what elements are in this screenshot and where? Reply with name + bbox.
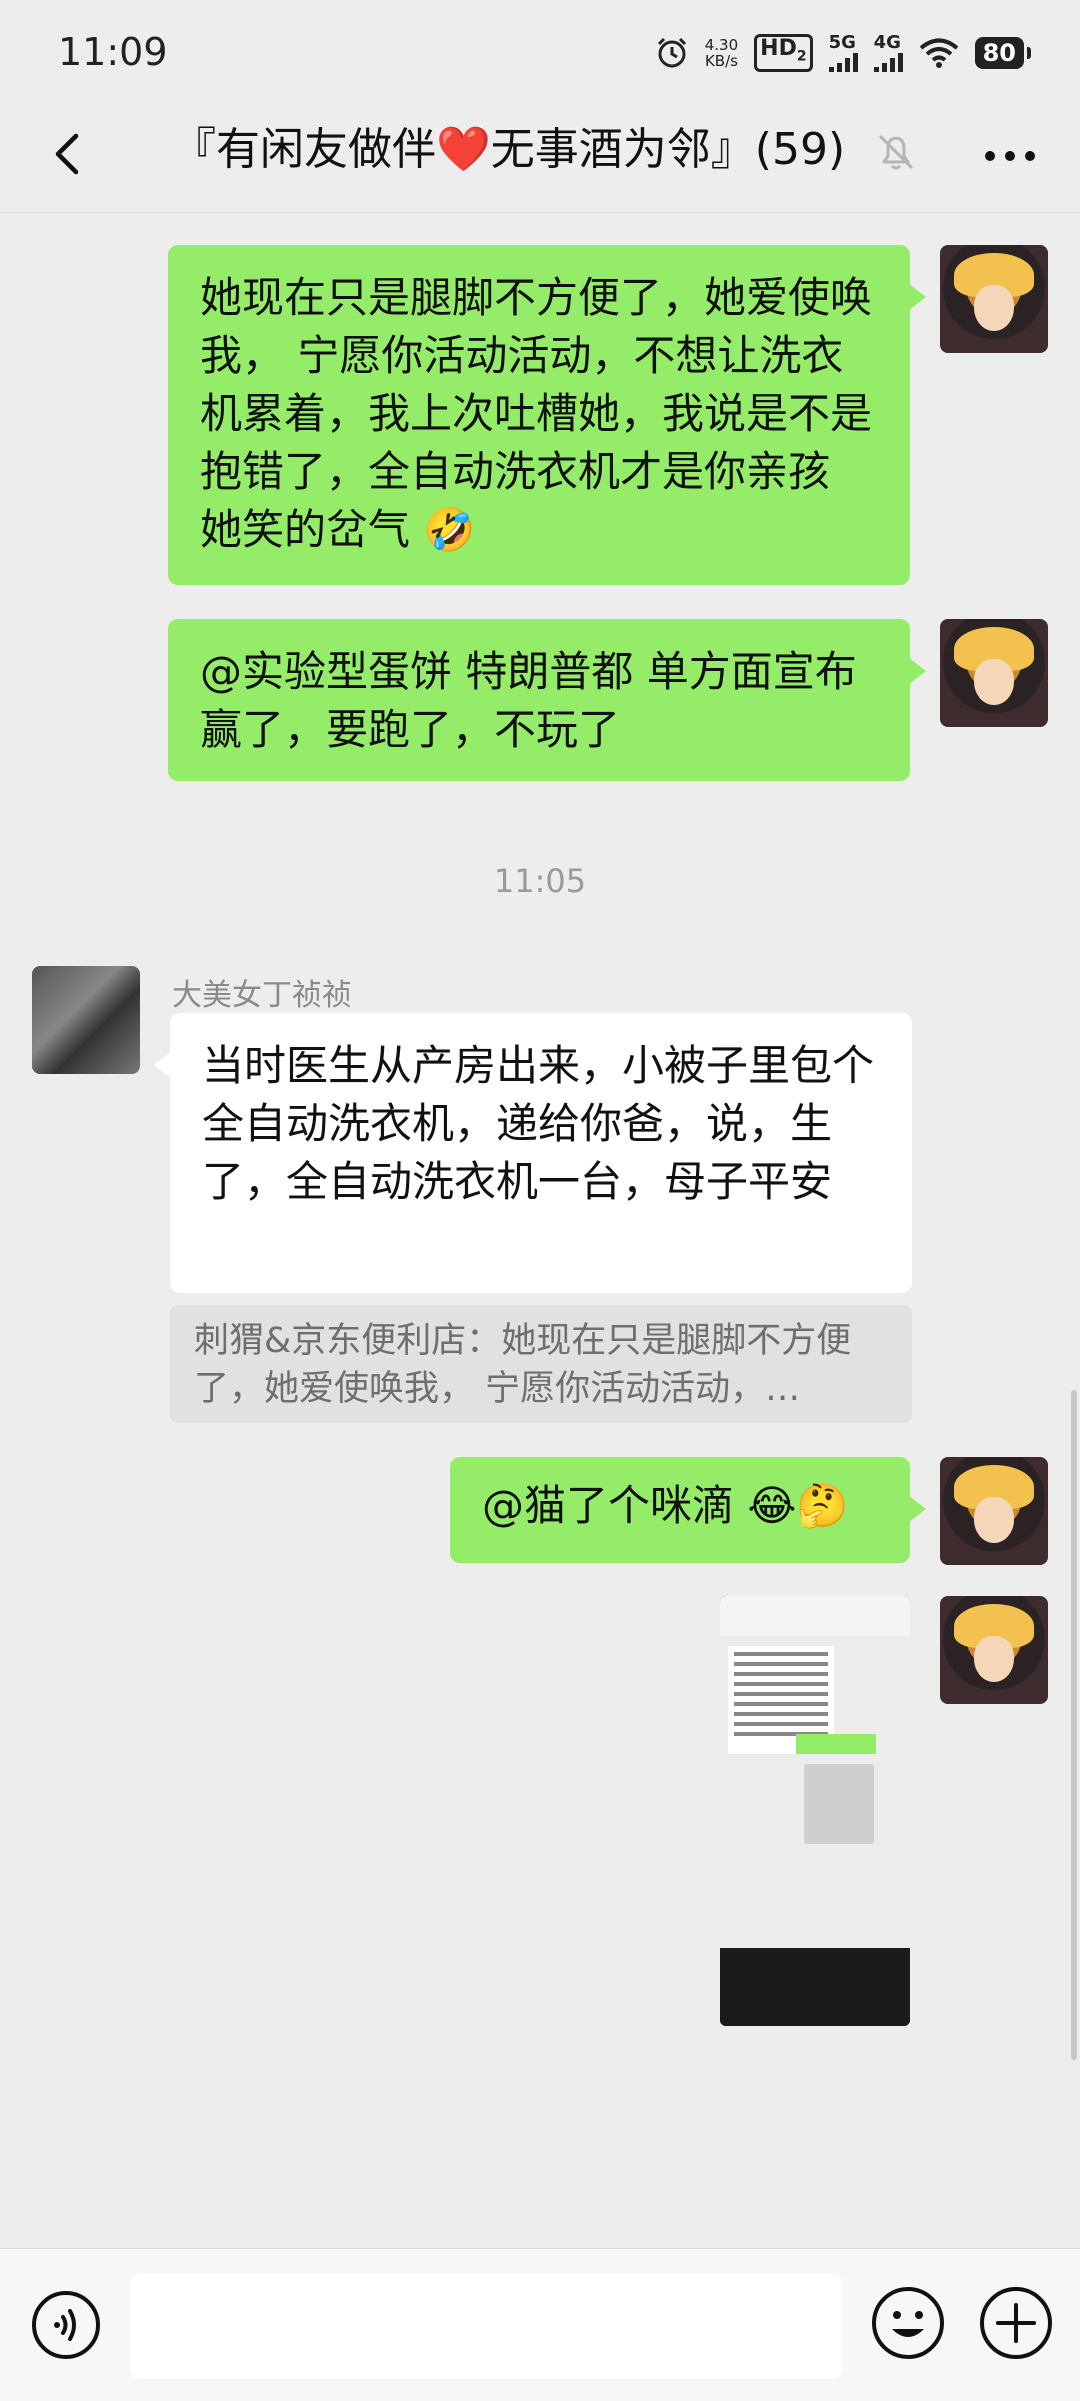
emoji-icon[interactable]: [870, 2285, 946, 2361]
voice-input-icon[interactable]: [30, 2289, 102, 2361]
status-time: 11:09: [58, 30, 168, 74]
message-text: 当时医生从产房出来，小被子里包个全自动洗衣机，递给你爸，说，生了，全自动洗衣机一…: [202, 1041, 875, 1206]
signal-4g-label: 4G: [873, 32, 901, 53]
status-bar: 11:09 4.30 KB/s HD2 5G 4G 80: [0, 0, 1080, 100]
hd-label: HD: [760, 36, 797, 62]
quoted-text: 刺猬&京东便利店：她现在只是腿脚不方便了，她爱使唤我， 宁愿你活动活动，…: [194, 1321, 852, 1409]
network-speed-unit: KB/s: [704, 52, 738, 70]
signal-5g-label: 5G: [828, 32, 856, 53]
hd-sub: 2: [796, 48, 807, 65]
quoted-message[interactable]: 刺猬&京东便利店：她现在只是腿脚不方便了，她爱使唤我， 宁愿你活动活动，…: [170, 1305, 912, 1423]
plus-icon[interactable]: [978, 2285, 1054, 2361]
back-arrow-icon[interactable]: [40, 124, 100, 184]
more-options-icon[interactable]: [980, 136, 1040, 176]
signal-bars-icon: [873, 52, 903, 72]
sender-name: 大美女丁祯祯: [172, 978, 352, 1013]
message-text: @猫了个咪滴 😂🤔: [482, 1481, 849, 1530]
network-speed-value: 4.30: [704, 36, 739, 54]
input-bar: [0, 2248, 1080, 2401]
status-icons: 4.30 KB/s HD2 5G 4G 80: [655, 28, 1032, 78]
chat-header: 『有闲友做伴❤️无事酒为邻』(59): [0, 100, 1080, 213]
battery-indicator: 80: [974, 37, 1032, 69]
received-message-bubble[interactable]: 当时医生从产房出来，小被子里包个全自动洗衣机，递给你爸，说，生了，全自动洗衣机一…: [154, 1013, 912, 1293]
sent-message-bubble[interactable]: 她现在只是腿脚不方便了，她爱使唤我， 宁愿你活动活动，不想让洗衣机累着，我上次吐…: [168, 245, 926, 585]
image-message[interactable]: [720, 1596, 910, 2026]
avatar[interactable]: [32, 966, 140, 1074]
sent-message-bubble[interactable]: @猫了个咪滴 😂🤔: [450, 1457, 926, 1563]
wifi-icon: [919, 38, 958, 68]
alarm-icon: [657, 37, 686, 68]
avatar[interactable]: [940, 619, 1048, 727]
network-speed: 4.30 KB/s: [705, 37, 738, 69]
message-text: @实验型蛋饼 特朗普都 单方面宣布赢了，要跑了，不玩了: [200, 647, 857, 754]
signal-4g: 4G: [873, 32, 903, 72]
mute-bell-icon: [878, 134, 914, 170]
message-text: 她现在只是腿脚不方便了，她爱使唤我， 宁愿你活动活动，不想让洗衣机累着，我上次吐…: [200, 273, 873, 554]
chat-title: 『有闲友做伴❤️无事酒为邻』(59): [172, 124, 846, 175]
time-divider: 11:05: [493, 862, 587, 900]
hd-badge: HD2: [754, 34, 813, 72]
avatar[interactable]: [940, 1457, 1048, 1565]
scrollbar[interactable]: [1071, 1390, 1077, 2060]
avatar[interactable]: [940, 1596, 1048, 1704]
signal-bars-icon: [828, 52, 858, 72]
message-input[interactable]: [130, 2273, 842, 2379]
avatar[interactable]: [940, 245, 1048, 353]
sent-message-bubble[interactable]: @实验型蛋饼 特朗普都 单方面宣布赢了，要跑了，不玩了: [168, 619, 926, 781]
signal-5g: 5G: [828, 32, 858, 72]
